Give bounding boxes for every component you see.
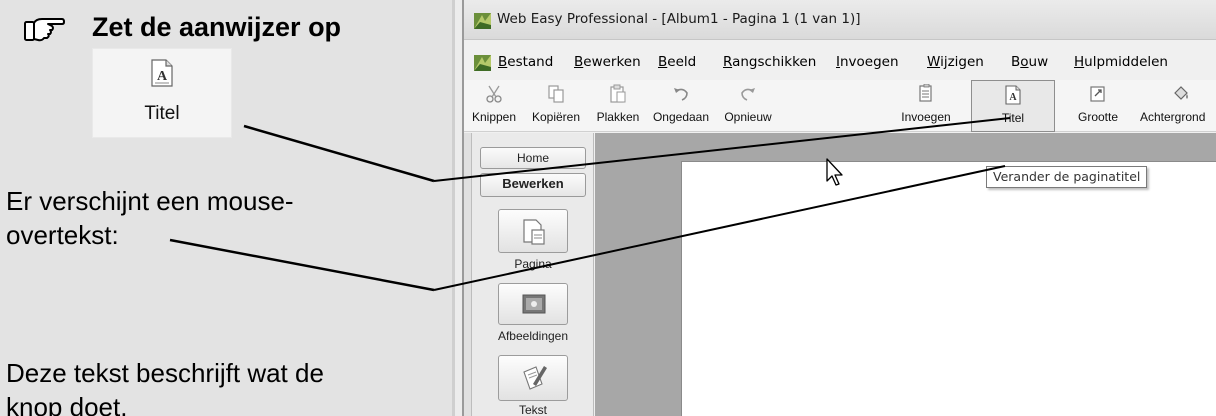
menu-invoegen[interactable]: Invoegen	[836, 54, 899, 70]
instruction-heading: Zet de aanwijzer op	[92, 12, 342, 42]
instruction-line: knop doet.	[6, 392, 128, 416]
app-logo-icon	[474, 13, 491, 29]
paste-label: Plakken	[596, 110, 640, 124]
copy-icon	[548, 85, 564, 103]
resize-icon	[1090, 86, 1105, 102]
tooltip: Verander de paginatitel	[986, 166, 1148, 188]
menu-bestand[interactable]: Bestand	[498, 54, 553, 70]
instruction-line: Er verschijnt een mouse-	[6, 186, 294, 216]
paste-button[interactable]: Plakken	[590, 80, 646, 132]
menu-bewerken[interactable]: Bewerken	[574, 54, 641, 70]
redo-button[interactable]: Opnieuw	[716, 80, 780, 132]
instruction-panel: Zet de aanwijzer op A Titel Er verschijn…	[0, 0, 452, 416]
copy-label: Kopiëren	[531, 110, 581, 124]
app-window: Web Easy Professional - [Album1 - Pagina…	[464, 0, 1216, 416]
window-side-strip	[464, 133, 472, 416]
cut-button[interactable]: Knippen	[466, 80, 522, 132]
instruction-line: Deze tekst beschrijft wat de	[6, 358, 324, 388]
nav-label-pagina: Pagina	[514, 257, 552, 271]
nav-button-afbeeldingen[interactable]	[498, 283, 568, 325]
instruction-line: overtekst:	[6, 220, 119, 250]
title-button-preview-label: Titel	[144, 103, 180, 124]
copy-button[interactable]: Kopiëren	[524, 80, 588, 132]
menu-beeld[interactable]: Beeld	[658, 54, 696, 70]
title-button[interactable]: A Titel	[971, 80, 1055, 132]
navigation-panel: Home Bewerken Pagina Afbeeldingen Tekst	[472, 133, 594, 416]
menu-bar: Bestand Bewerken Beeld Rangschikken Invo…	[464, 48, 1216, 76]
nav-label-tekst: Tekst	[518, 403, 547, 416]
title-page-icon: A	[1005, 85, 1021, 105]
title-button-preview: A Titel	[92, 48, 232, 138]
menu-wijzigen[interactable]: Wijzigen	[927, 54, 984, 70]
undo-button[interactable]: Ongedaan	[648, 80, 714, 132]
fill-bucket-icon	[1174, 86, 1188, 100]
instruction-paragraph-1: Er verschijnt een mouse- overtekst:	[6, 184, 294, 252]
nav-label-afbeeldingen: Afbeeldingen	[497, 329, 569, 343]
svg-text:A: A	[157, 69, 168, 84]
nav-button-tekst[interactable]	[498, 355, 568, 401]
title-bar[interactable]: Web Easy Professional - [Album1 - Pagina…	[464, 0, 1216, 40]
background-button[interactable]: Achtergrond	[1136, 80, 1216, 132]
paste-icon	[610, 84, 626, 103]
svg-text:A: A	[1009, 92, 1017, 103]
page-icon	[523, 219, 545, 245]
text-pen-icon	[523, 366, 547, 390]
page-canvas[interactable]	[681, 161, 1216, 416]
size-button[interactable]: Grootte	[1066, 80, 1130, 132]
mouse-cursor-icon	[826, 158, 843, 186]
insert-icon	[919, 84, 932, 102]
menu-rangschikken[interactable]: Rangschikken	[723, 54, 816, 70]
scissors-icon	[486, 85, 502, 103]
pointing-hand-icon	[24, 18, 65, 42]
undo-icon	[674, 88, 688, 101]
panel-divider-gap	[455, 0, 462, 416]
background-label: Achtergrond	[1140, 110, 1206, 124]
menu-bouw[interactable]: Bouw	[1011, 54, 1048, 70]
window-title: Web Easy Professional - [Album1 - Pagina…	[497, 11, 861, 27]
title-label: Titel	[1001, 111, 1025, 125]
picture-icon	[522, 294, 546, 314]
size-label: Grootte	[1077, 110, 1119, 124]
insert-button[interactable]: Invoegen	[888, 80, 964, 132]
nav-button-pagina[interactable]	[498, 209, 568, 253]
tab-bewerken[interactable]: Bewerken	[480, 173, 586, 197]
instruction-paragraph-2: Deze tekst beschrijft wat de knop doet.	[6, 356, 324, 416]
app-logo-icon[interactable]	[474, 55, 491, 71]
toolbar: Knippen Kopiëren Plakken Ongedaan Opnieu…	[464, 80, 1216, 132]
title-page-icon: A	[151, 59, 173, 87]
redo-icon	[741, 88, 755, 101]
insert-label: Invoegen	[901, 110, 951, 124]
cut-label: Knippen	[471, 110, 517, 124]
tab-home[interactable]: Home	[480, 147, 586, 169]
menu-hulpmiddelen[interactable]: Hulpmiddelen	[1074, 54, 1168, 70]
undo-label: Ongedaan	[652, 110, 710, 124]
redo-label: Opnieuw	[724, 110, 772, 124]
